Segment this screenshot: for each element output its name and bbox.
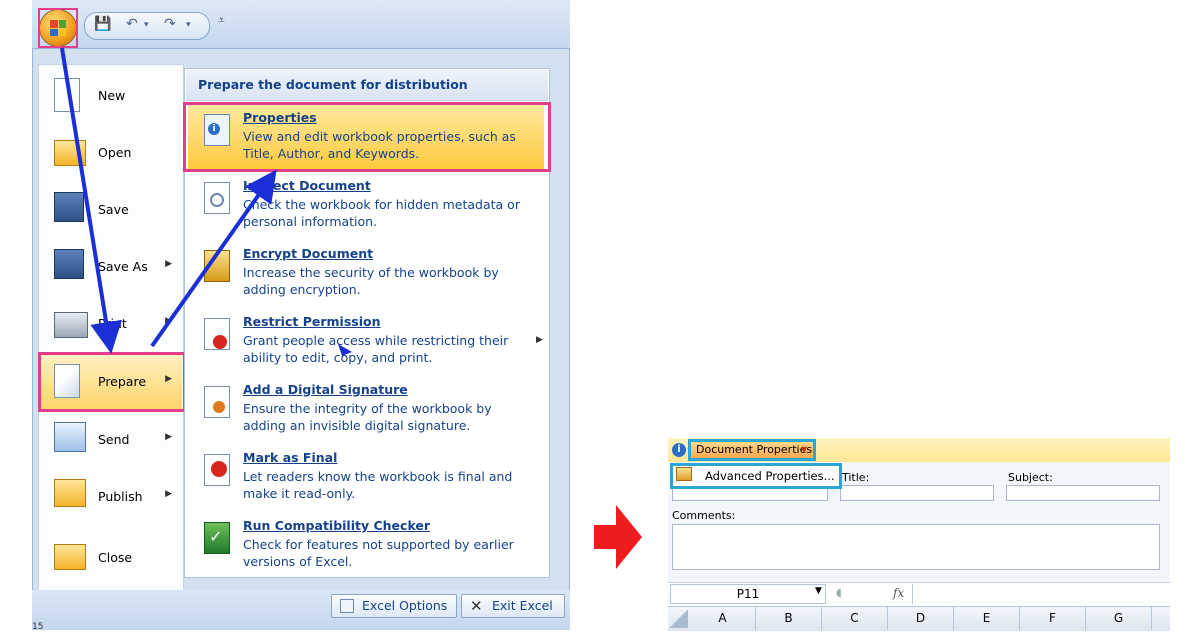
formula-input[interactable] <box>912 584 1169 604</box>
menu-item-send[interactable]: Send ▶ <box>40 412 182 469</box>
column-header[interactable]: F <box>1020 606 1086 630</box>
options-icon <box>340 599 354 613</box>
undo-dropdown-icon[interactable]: ▾ <box>144 20 149 30</box>
chevron-right-icon: ▶ <box>165 259 172 269</box>
column-header[interactable]: B <box>756 606 822 630</box>
undo-icon[interactable]: ↶ <box>126 16 138 32</box>
new-document-icon <box>54 78 80 112</box>
customize-toolbar-icon[interactable]: ⩡ <box>218 13 225 28</box>
document-properties-button[interactable]: Document Properties <box>688 439 816 461</box>
title-field[interactable] <box>840 485 994 501</box>
column-header[interactable]: E <box>954 606 1020 630</box>
printer-icon <box>54 312 88 338</box>
column-header[interactable]: C <box>822 606 888 630</box>
ribbon-edge <box>668 418 1170 439</box>
office-button-highlight <box>38 8 78 48</box>
subject-label: Subject: <box>1008 471 1053 484</box>
save-icon[interactable]: 💾 <box>94 16 111 32</box>
menu-item-close[interactable]: Close <box>40 530 182 587</box>
function-icon[interactable]: fx <box>893 586 904 600</box>
close-icon: ✕ <box>470 597 483 615</box>
chevron-right-icon: ▶ <box>165 316 172 326</box>
chevron-right-icon: ▶ <box>536 335 543 345</box>
advanced-properties-menu-item[interactable]: Advanced Properties... <box>670 463 842 489</box>
save-disk-icon <box>54 192 84 222</box>
excel-options-button[interactable]: Excel Options <box>331 594 457 618</box>
menu-item-print[interactable]: Print ▶ <box>40 296 182 353</box>
save-as-icon <box>54 249 84 279</box>
send-icon <box>54 422 86 452</box>
open-folder-icon <box>54 140 86 166</box>
inspect-document-icon <box>204 182 230 214</box>
submenu-header-text: Prepare the document for distribution <box>198 77 468 92</box>
subject-field[interactable] <box>1006 485 1160 501</box>
info-icon: i <box>672 443 686 457</box>
submenu-item-encrypt-document[interactable]: Encrypt Document Increase the security o… <box>188 240 544 306</box>
submenu-item-restrict-permission[interactable]: Restrict Permission Grant people access … <box>188 308 544 374</box>
column-header[interactable]: D <box>888 606 954 630</box>
redo-icon[interactable]: ↷ <box>164 16 176 32</box>
column-header[interactable]: G <box>1086 606 1152 630</box>
formula-expand-icon[interactable]: ◖ <box>836 586 842 599</box>
sheet-row-peek: 15 <box>32 622 44 632</box>
advanced-properties-icon <box>676 467 692 481</box>
menu-item-open[interactable]: Open <box>40 125 182 182</box>
submenu-item-digital-signature[interactable]: Add a Digital Signature Ensure the integ… <box>188 376 544 442</box>
menu-item-save-as[interactable]: Save As ▶ <box>40 239 182 296</box>
comments-label: Comments: <box>672 509 736 522</box>
exit-excel-button[interactable]: ✕ Exit Excel <box>461 594 565 618</box>
comments-field[interactable] <box>672 524 1160 570</box>
menu-item-save[interactable]: Save <box>40 182 182 239</box>
digital-signature-icon <box>204 386 230 418</box>
redo-dropdown-icon[interactable]: ▾ <box>186 20 191 30</box>
properties-highlight <box>183 102 551 172</box>
compatibility-checker-icon: ✓ <box>204 522 230 554</box>
mark-final-icon <box>204 454 230 486</box>
name-box[interactable]: P11 <box>670 584 826 604</box>
publish-icon <box>54 479 86 507</box>
chevron-right-icon: ▶ <box>165 432 172 442</box>
close-folder-icon <box>54 544 86 570</box>
column-header[interactable]: A <box>690 606 756 630</box>
submenu-item-mark-as-final[interactable]: Mark as Final Let readers know the workb… <box>188 444 544 510</box>
select-all-button[interactable] <box>670 608 688 628</box>
menu-item-publish[interactable]: Publish ▶ <box>40 469 182 526</box>
red-arrow-icon <box>594 505 642 569</box>
chevron-right-icon: ▶ <box>165 489 172 499</box>
submenu-item-compatibility-checker[interactable]: ✓ Run Compatibility Checker Check for fe… <box>188 512 544 578</box>
title-label: Title: <box>842 471 870 484</box>
chevron-down-icon[interactable]: ▼ <box>815 586 822 596</box>
restrict-permission-icon <box>204 318 230 350</box>
menu-item-new[interactable]: New <box>40 68 182 125</box>
submenu-item-inspect-document[interactable]: Inspect Document Check the workbook for … <box>188 172 544 238</box>
dropdown-arrow-icon[interactable]: ▼ <box>801 445 807 454</box>
encrypt-lock-icon <box>204 250 230 282</box>
prepare-highlight <box>38 352 186 412</box>
